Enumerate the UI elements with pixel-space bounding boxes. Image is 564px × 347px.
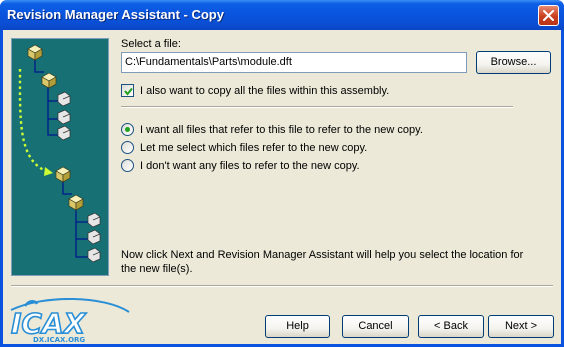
divider [121,106,513,108]
logo-url: DX.ICAX.ORG [33,336,85,344]
radio-refer-all-label[interactable]: I want all files that refer to this file… [140,124,423,136]
radio-select-files-label[interactable]: Let me select which files refer to the n… [140,142,367,154]
icax-logo: ICAX DX.ICAX.ORG [5,298,133,344]
title-bar[interactable]: Revision Manager Assistant - Copy [0,0,564,30]
radio-refer-all[interactable] [121,123,134,136]
browse-button[interactable]: Browse... [476,51,551,74]
copy-assembly-label[interactable]: I also want to copy all the files within… [140,85,389,97]
dialog-window: Revision Manager Assistant - Copy Select… [0,0,564,347]
cancel-button[interactable]: Cancel [342,315,409,338]
file-path-input[interactable]: C:\Fundamentals\Parts\module.dft [121,52,467,73]
next-button[interactable]: Next > [488,315,554,338]
radio-select-files[interactable] [121,141,134,154]
checkmark-icon [124,87,133,96]
footer-divider [11,285,553,287]
help-button[interactable]: Help [265,315,330,338]
assembly-tree-illustration [11,38,109,276]
radio-refer-none[interactable] [121,159,134,172]
icax-logo-graphic: ICAX DX.ICAX.ORG [10,298,130,344]
select-file-label: Select a file: [121,38,181,50]
instructions-line-2: the new file(s). [121,263,193,275]
back-button[interactable]: < Back [418,315,484,338]
window-title: Revision Manager Assistant - Copy [7,7,224,22]
close-icon [543,10,554,21]
assembly-tree-graphic [18,44,101,263]
instructions-line-1: Now click Next and Revision Manager Assi… [121,249,524,261]
dialog-body: Select a file: C:\Fundamentals\Parts\mod… [3,30,561,344]
assembly-icon [27,44,84,211]
radio-refer-none-label[interactable]: I don't want any files to refer to the n… [140,160,360,172]
close-button[interactable] [538,5,559,26]
copy-assembly-checkbox[interactable] [121,84,134,97]
